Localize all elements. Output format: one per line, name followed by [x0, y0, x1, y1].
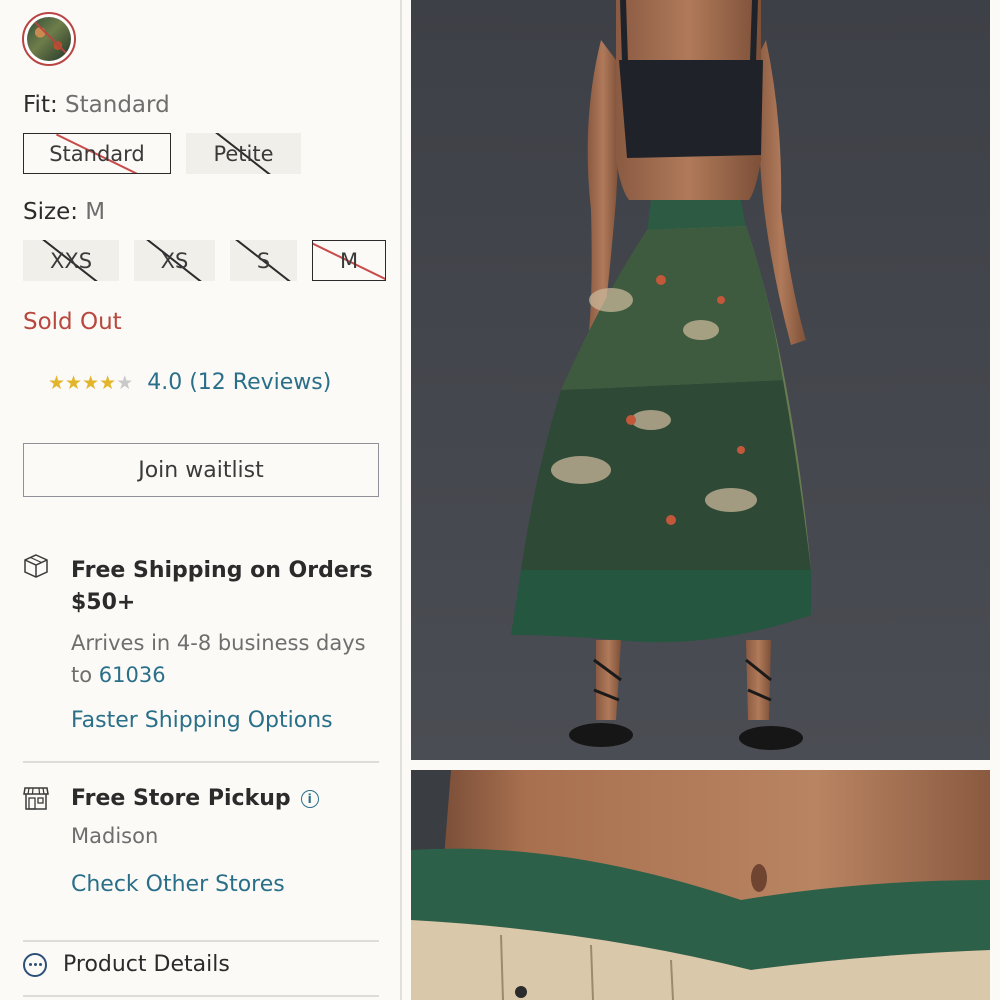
size-option-xs[interactable]: XS	[134, 240, 215, 281]
product-details-toggle[interactable]: Product Details	[23, 952, 230, 977]
back-view-illustration	[411, 0, 990, 760]
size-option-label: M	[339, 248, 359, 273]
size-option-label: XS	[160, 248, 189, 273]
join-waitlist-button[interactable]: Join waitlist	[23, 443, 379, 497]
size-option-s[interactable]: S	[230, 240, 297, 281]
check-other-stores-link[interactable]: Check Other Stores	[71, 872, 285, 897]
faster-shipping-link[interactable]: Faster Shipping Options	[71, 708, 333, 733]
sold-out-status: Sold Out	[23, 309, 122, 335]
star-icon: ★	[48, 371, 66, 394]
store-icon	[23, 787, 49, 810]
product-details-label: Product Details	[63, 952, 230, 977]
size-option-label: XXS	[49, 248, 93, 273]
divider	[23, 995, 379, 997]
package-icon	[24, 554, 48, 578]
info-icon[interactable]: i	[300, 789, 319, 808]
pickup-title: Free Store Pickup	[71, 786, 291, 811]
fit-option-standard[interactable]: Standard	[23, 133, 171, 174]
product-options-panel: Fit: Standard Standard Petite Size: M XX…	[0, 0, 400, 1000]
reviews-link[interactable]: 4.0 (12 Reviews)	[147, 370, 331, 395]
size-value: M	[85, 199, 106, 225]
size-label-row: Size: M	[23, 199, 105, 225]
size-option-m[interactable]: M	[312, 240, 386, 281]
pickup-store: Madison	[71, 824, 159, 848]
star-icon: ★	[99, 371, 117, 394]
panel-divider	[400, 0, 402, 1000]
divider	[23, 761, 379, 763]
shipping-arrival: Arrives in 4-8 business days to 61036	[71, 627, 391, 691]
size-option-xxs[interactable]: XXS	[23, 240, 119, 281]
fit-label-row: Fit: Standard	[23, 92, 170, 118]
shipping-title: Free Shipping on Orders $50+	[71, 558, 373, 615]
zip-code-link[interactable]: 61036	[99, 663, 166, 687]
fit-option-petite[interactable]: Petite	[186, 133, 301, 174]
product-image-waistband-detail[interactable]	[411, 770, 990, 1000]
star-empty-icon: ★	[116, 371, 134, 394]
waistband-illustration	[411, 770, 990, 1000]
more-dots-icon	[23, 952, 47, 977]
product-image-back-view[interactable]	[411, 0, 990, 760]
fit-option-label: Standard	[49, 141, 145, 166]
fit-option-label: Petite	[213, 141, 274, 166]
star-rating: ★★★★★	[48, 372, 133, 394]
size-option-label: S	[256, 248, 271, 273]
color-swatch[interactable]	[22, 12, 76, 66]
size-label: Size:	[23, 199, 78, 225]
star-icon: ★	[65, 371, 83, 394]
swatch-pattern	[27, 17, 71, 61]
fit-label: Fit:	[23, 92, 58, 118]
star-icon: ★	[82, 371, 100, 394]
divider	[23, 940, 379, 942]
rating-row[interactable]: ★★★★★ 4.0 (12 Reviews)	[48, 370, 331, 395]
fit-value: Standard	[65, 92, 170, 118]
pickup-title-row: Free Store Pickup i	[71, 786, 319, 811]
